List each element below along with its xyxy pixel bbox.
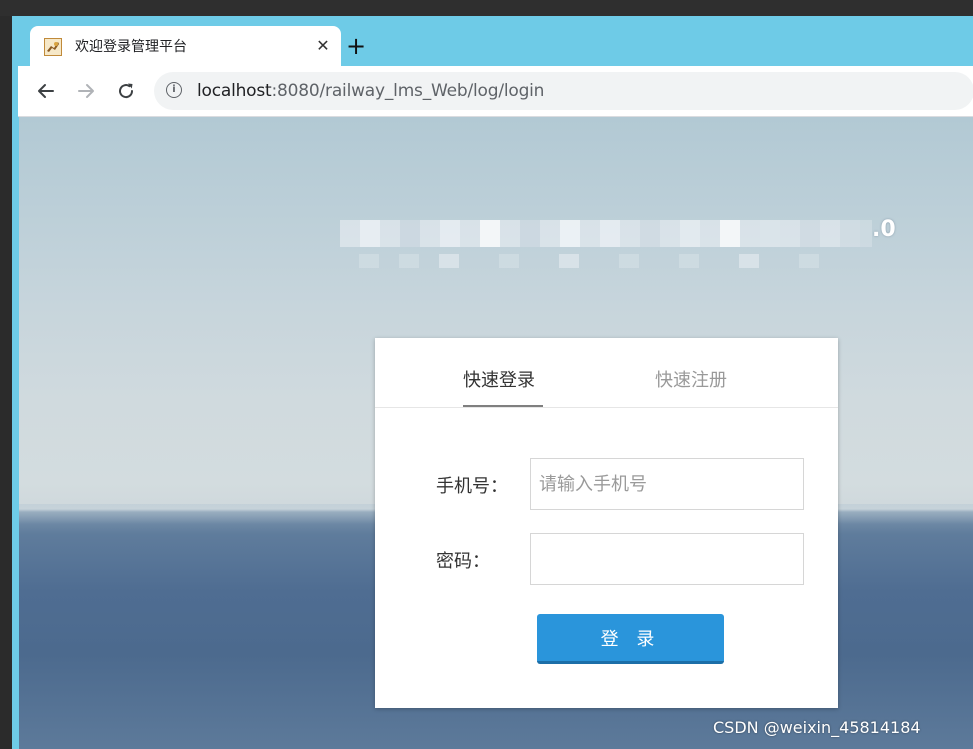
window-left-frame xyxy=(12,66,19,749)
page-viewport: .0 快速登录 快速注册 手机号： 密码： 登 录 xyxy=(19,117,973,749)
pixelated-page-title xyxy=(340,220,872,247)
close-tab-icon[interactable]: ✕ xyxy=(312,35,334,57)
login-panel: 快速登录 快速注册 手机号： 密码： 登 录 xyxy=(375,338,838,708)
password-input[interactable] xyxy=(530,533,804,585)
site-favicon-icon xyxy=(44,38,62,56)
tab-quick-login[interactable]: 快速登录 xyxy=(463,366,535,392)
reload-icon xyxy=(119,83,134,99)
password-label: 密码： xyxy=(436,551,490,572)
login-button[interactable]: 登 录 xyxy=(537,614,724,664)
forward-button[interactable] xyxy=(72,77,100,105)
login-tabs: 快速登录 快速注册 xyxy=(375,338,838,408)
csdn-watermark: CSDN @weixin_45814184 xyxy=(713,718,921,737)
url-host: localhost xyxy=(197,81,272,101)
active-tab-indicator xyxy=(463,405,543,407)
screen-top-strip xyxy=(0,0,973,16)
new-tab-button[interactable]: + xyxy=(342,32,370,60)
info-icon[interactable]: i xyxy=(166,82,182,98)
page-title-suffix: .0 xyxy=(872,217,896,242)
browser-toolbar: i localhost:8080/railway_lms_Web/log/log… xyxy=(18,66,973,117)
phone-input[interactable] xyxy=(530,458,804,510)
tab-bar: 欢迎登录管理平台 ✕ + xyxy=(12,16,973,68)
arrow-right-icon xyxy=(78,84,94,98)
pixelated-page-subtitle xyxy=(359,254,849,270)
tab-quick-register[interactable]: 快速注册 xyxy=(655,366,727,392)
back-button[interactable] xyxy=(32,77,60,105)
tab-title: 欢迎登录管理平台 xyxy=(75,39,187,55)
url-text[interactable]: localhost:8080/railway_lms_Web/log/login xyxy=(197,81,544,101)
phone-label: 手机号： xyxy=(436,476,508,497)
address-bar[interactable]: i localhost:8080/railway_lms_Web/log/log… xyxy=(154,72,973,110)
url-path: :8080/railway_lms_Web/log/login xyxy=(271,81,545,101)
reload-button[interactable] xyxy=(112,77,140,105)
browser-window: 欢迎登录管理平台 ✕ + i localhost:8080/railway_lm… xyxy=(12,16,973,749)
arrow-left-icon xyxy=(38,84,54,98)
browser-tab-active[interactable]: 欢迎登录管理平台 ✕ xyxy=(30,26,341,68)
